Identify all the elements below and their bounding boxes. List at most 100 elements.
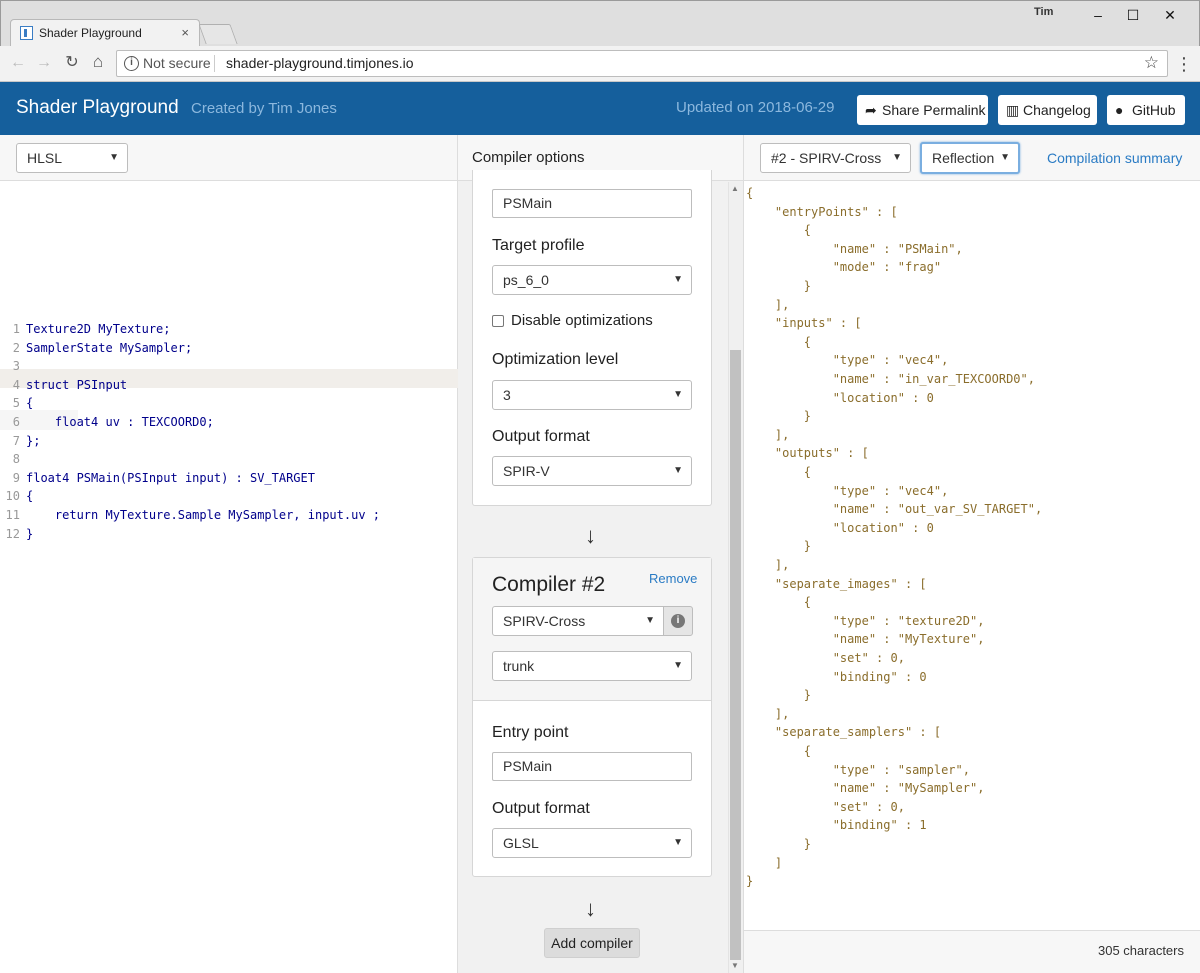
- updated-date: Updated on 2018-06-29: [676, 99, 835, 116]
- forward-icon[interactable]: →: [32, 51, 56, 75]
- disable-optimizations-checkbox[interactable]: [492, 315, 504, 327]
- output-stage-select[interactable]: #2 - SPIRV-Cross ▼: [760, 143, 911, 173]
- output-format-select[interactable]: SPIR-V ▼: [492, 456, 692, 486]
- share-permalink-button[interactable]: ➦ Share Permalink: [857, 95, 988, 125]
- language-select[interactable]: HLSL ▼: [16, 143, 128, 173]
- address-bar[interactable]: i Not secure shader-playground.timjones.…: [116, 50, 1168, 77]
- close-window-icon[interactable]: ✕: [1152, 0, 1188, 30]
- minimize-icon[interactable]: –: [1080, 0, 1116, 30]
- json-line: "separate_images" : [: [746, 576, 927, 591]
- json-line: {: [746, 223, 812, 238]
- optimization-level-select[interactable]: 3 ▼: [492, 380, 692, 410]
- info-icon[interactable]: i: [124, 56, 139, 71]
- json-line: "type" : "vec4",: [746, 353, 949, 368]
- output-format-label-2: Output format: [492, 800, 590, 817]
- compilation-summary-link[interactable]: Compilation summary: [1047, 150, 1182, 166]
- line-number: 9: [12, 470, 20, 485]
- reload-icon[interactable]: ↻: [60, 51, 84, 75]
- line-number: 10: [5, 489, 20, 504]
- compiler-select[interactable]: SPIRV-Cross ▼: [492, 606, 664, 636]
- app-title[interactable]: Shader Playground: [16, 97, 179, 119]
- json-line: "separate_samplers" : [: [746, 725, 942, 740]
- output-stage-value: #2 - SPIRV-Cross: [771, 150, 882, 166]
- scroll-down-icon[interactable]: ▼: [731, 961, 739, 970]
- json-line: }: [746, 837, 812, 851]
- code-line[interactable]: 9 float4 PSMain(PSInput input) : SV_TARGE…: [0, 469, 315, 487]
- line-number: 3: [12, 359, 20, 374]
- compiler-info-button[interactable]: i: [663, 606, 693, 636]
- window-user: Tim: [1034, 6, 1054, 18]
- code-line[interactable]: 11 return MyTexture.Sample MySampler, in…: [0, 506, 380, 524]
- chevron-down-icon: ▼: [673, 274, 683, 285]
- language-value: HLSL: [27, 150, 63, 166]
- code-text: SamplerState MySampler;: [26, 340, 193, 355]
- json-line: "name" : "PSMain",: [746, 241, 963, 256]
- changelog-button[interactable]: ▥ Changelog: [998, 95, 1097, 125]
- line-number: 8: [12, 452, 20, 467]
- entry-point-input[interactable]: PSMain: [492, 189, 692, 218]
- json-line: }: [746, 539, 812, 554]
- flow-arrow-icon-2: ↓: [585, 896, 596, 921]
- code-line[interactable]: 7};: [0, 432, 41, 450]
- line-number: 6: [12, 415, 20, 429]
- code-line[interactable]: 4 struct PSInput: [0, 376, 127, 394]
- github-button[interactable]: ● GitHub: [1107, 95, 1185, 125]
- bookmark-star-icon[interactable]: ☆: [1144, 53, 1159, 73]
- output-toolbar: #2 - SPIRV-Cross ▼ Reflection ▼ Compilat…: [744, 135, 1200, 181]
- add-compiler-button[interactable]: Add compiler: [544, 928, 640, 958]
- json-line: }: [746, 409, 812, 424]
- editor-toolbar: HLSL ▼: [0, 135, 457, 181]
- entry-point-input-2[interactable]: PSMain: [492, 752, 692, 781]
- chevron-down-icon: ▼: [645, 615, 655, 626]
- code-line[interactable]: 6 float4 uv : TEXCOORD0;: [0, 413, 214, 431]
- json-line: ],: [746, 427, 790, 442]
- maximize-icon[interactable]: ☐: [1115, 0, 1151, 30]
- back-icon[interactable]: ←: [6, 51, 30, 75]
- target-profile-select[interactable]: ps_6_0 ▼: [492, 265, 692, 295]
- github-icon: ●: [1115, 102, 1124, 118]
- compiler-version-select[interactable]: trunk ▼: [492, 651, 692, 681]
- output-view-value: Reflection: [932, 150, 995, 166]
- json-line: ]: [746, 855, 783, 870]
- code-text: Texture2D MyTexture;: [26, 322, 171, 336]
- json-line: }: [746, 688, 812, 703]
- code-line[interactable]: 8: [0, 450, 26, 468]
- new-tab-button[interactable]: [198, 24, 238, 44]
- line-number: 5: [12, 396, 20, 411]
- code-line[interactable]: 2 SamplerState MySampler;: [0, 339, 192, 357]
- tab-title: Shader Playground: [39, 26, 142, 40]
- target-profile-label: Target profile: [492, 237, 585, 254]
- character-count: 305 characters: [1098, 943, 1184, 958]
- code-line[interactable]: 1 Texture2D MyTexture;: [0, 320, 171, 338]
- code-line[interactable]: 5{: [0, 394, 33, 412]
- created-by[interactable]: Created by Tim Jones: [191, 100, 337, 117]
- output-view-select[interactable]: Reflection ▼: [920, 142, 1020, 174]
- home-icon[interactable]: ⌂: [86, 50, 110, 74]
- browser-menu-icon[interactable]: ⋮: [1174, 52, 1194, 76]
- chevron-down-icon: ▼: [1000, 152, 1010, 163]
- line-number: 2: [12, 340, 20, 355]
- compiler-2-title: Compiler #2: [492, 573, 606, 596]
- output-format-value: SPIR-V: [503, 463, 550, 479]
- chevron-down-icon: ▼: [673, 837, 683, 848]
- code-text: float4 uv : TEXCOORD0;: [26, 415, 214, 429]
- github-label: GitHub: [1132, 102, 1176, 118]
- scroll-up-icon[interactable]: ▲: [731, 184, 739, 193]
- json-line: {: [746, 465, 812, 479]
- scrollbar-thumb[interactable]: [730, 350, 741, 960]
- tab-close-icon[interactable]: ×: [181, 20, 189, 46]
- remove-compiler-link[interactable]: Remove: [649, 571, 697, 586]
- json-line: "type" : "texture2D",: [746, 613, 985, 628]
- code-line[interactable]: 3: [0, 357, 26, 375]
- output-format-select-2[interactable]: GLSL ▼: [492, 828, 692, 858]
- code-text: return MyTexture.Sample MySampler, input…: [26, 508, 381, 522]
- code-line[interactable]: 10 {: [0, 487, 34, 505]
- book-icon: ▥: [1006, 102, 1020, 118]
- json-line: ],: [746, 706, 790, 721]
- json-line: "entryPoints" : [: [746, 204, 898, 219]
- browser-tab[interactable]: Shader Playground ×: [10, 19, 200, 46]
- chevron-down-icon: ▼: [673, 465, 683, 476]
- url-text[interactable]: shader-playground.timjones.io: [226, 55, 414, 71]
- json-line: {: [746, 334, 812, 349]
- code-line[interactable]: 12}: [0, 525, 34, 543]
